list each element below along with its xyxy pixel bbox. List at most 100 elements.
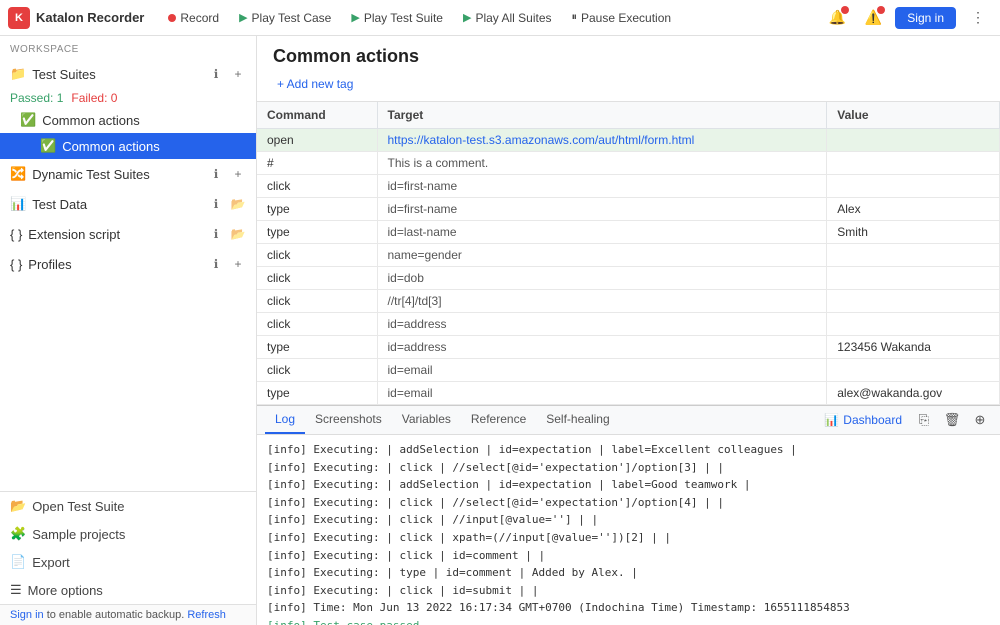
commands-table-area: Command Target Value openhttps://katalon… (257, 102, 1000, 405)
record-button[interactable]: Record (160, 8, 227, 28)
extension-script-folder-button[interactable]: 📂 (228, 224, 248, 244)
refresh-link[interactable]: Refresh (187, 609, 226, 621)
topbar: K Katalon Recorder Record ▶ Play Test Ca… (0, 0, 1000, 36)
play-test-suite-button[interactable]: ▶ Play Test Suite (343, 8, 451, 28)
cell-command: type (257, 382, 377, 405)
table-row[interactable]: clickid=email (257, 359, 1000, 382)
cell-command: type (257, 221, 377, 244)
cell-value (827, 129, 1000, 152)
export-label: Export (32, 555, 70, 570)
sidebar-sample-projects[interactable]: 🧩 Sample projects (0, 520, 256, 548)
sidebar-open-test-suite[interactable]: 📂 Open Test Suite (0, 492, 256, 520)
tab-reference[interactable]: Reference (461, 406, 536, 434)
table-row[interactable]: typeid=first-nameAlex (257, 198, 1000, 221)
log-line: [info] Executing: | click | //select[@id… (267, 459, 990, 477)
table-row[interactable]: typeid=last-nameSmith (257, 221, 1000, 244)
profiles-info-button[interactable]: ℹ (206, 254, 226, 274)
cell-value (827, 244, 1000, 267)
log-section: Log Screenshots Variables Reference Self… (257, 405, 1000, 625)
cell-target: id=email (377, 382, 827, 405)
table-row[interactable]: click//tr[4]/td[3] (257, 290, 1000, 313)
dynamic-ts-add-button[interactable]: + (228, 164, 248, 184)
sidebar-more-options[interactable]: ☰ More options (0, 576, 256, 604)
table-row[interactable]: clickid=dob (257, 267, 1000, 290)
topbar-right: 🔔 ⚠️ Sign in ⋮ (823, 4, 992, 32)
sidebar-item-common-actions-child[interactable]: ✅ Common actions (0, 133, 256, 159)
status-bar: Sign in to enable automatic backup. Refr… (0, 604, 256, 625)
notifications-button[interactable]: 🔔 (823, 4, 851, 32)
table-row[interactable]: openhttps://katalon-test.s3.amazonaws.co… (257, 129, 1000, 152)
sidebar-item-extension-script[interactable]: { } Extension script ℹ 📂 (0, 219, 256, 249)
common-actions-parent-icon: ✅ (20, 112, 36, 128)
profiles-add-button[interactable]: + (228, 254, 248, 274)
cell-target: id=last-name (377, 221, 827, 244)
cell-command: open (257, 129, 377, 152)
more-menu-button[interactable]: ⋮ (964, 4, 992, 32)
sidebar-export[interactable]: 📄 Export (0, 548, 256, 576)
sidebar-item-profiles[interactable]: { } Profiles ℹ + (0, 249, 256, 279)
sidebar-item-common-actions-parent[interactable]: ✅ Common actions (0, 107, 256, 133)
clear-log-button[interactable]: 🗑 (940, 408, 964, 432)
test-data-icon: 📊 (10, 196, 26, 212)
extension-script-info-button[interactable]: ℹ (206, 224, 226, 244)
export-icon: 📄 (10, 554, 26, 570)
signin-button[interactable]: Sign in (895, 7, 956, 29)
tab-self-healing[interactable]: Self-healing (536, 406, 619, 434)
test-suites-info-button[interactable]: ℹ (206, 64, 226, 84)
cell-command: click (257, 290, 377, 313)
play-test-case-button[interactable]: ▶ Play Test Case (231, 8, 339, 28)
expand-log-button[interactable]: ⊕ (968, 408, 992, 432)
table-row[interactable]: clickname=gender (257, 244, 1000, 267)
logo-icon: K (8, 7, 30, 29)
test-data-folder-button[interactable]: 📂 (228, 194, 248, 214)
add-tag-button[interactable]: + Add new tag (273, 75, 357, 93)
cell-command: click (257, 313, 377, 336)
log-line: [info] Executing: | click | //input[@val… (267, 511, 990, 529)
table-row[interactable]: clickid=first-name (257, 175, 1000, 198)
table-row[interactable]: clickid=address (257, 313, 1000, 336)
record-icon (168, 14, 176, 22)
log-line: [info] Executing: | type | id=comment | … (267, 564, 990, 582)
log-line: [info] Executing: | click | id=comment |… (267, 547, 990, 565)
signin-link[interactable]: Sign in (10, 609, 44, 621)
tab-log[interactable]: Log (265, 406, 305, 434)
table-header-row: Command Target Value (257, 102, 1000, 129)
failed-count: Failed: 0 (71, 91, 117, 105)
log-tabs-bar: Log Screenshots Variables Reference Self… (257, 406, 1000, 435)
col-command: Command (257, 102, 377, 129)
test-data-info-button[interactable]: ℹ (206, 194, 226, 214)
test-data-actions: ℹ 📂 (206, 194, 248, 214)
play-all-suites-button[interactable]: ▶ Play All Suites (455, 8, 560, 28)
cell-value (827, 175, 1000, 198)
table-row[interactable]: typeid=address123456 Wakanda (257, 336, 1000, 359)
cell-value: alex@wakanda.gov (827, 382, 1000, 405)
extension-script-actions: ℹ 📂 (206, 224, 248, 244)
play-tc-icon: ▶ (239, 11, 247, 24)
table-row[interactable]: typeid=emailalex@wakanda.gov (257, 382, 1000, 405)
sidebar-item-dynamic-test-suites[interactable]: 🔀 Dynamic Test Suites ℹ + (0, 159, 256, 189)
test-suites-add-button[interactable]: + (228, 64, 248, 84)
dynamic-ts-actions: ℹ + (206, 164, 248, 184)
dynamic-ts-info-button[interactable]: ℹ (206, 164, 226, 184)
profiles-label: Profiles (28, 257, 206, 272)
log-content: [info] Executing: | addSelection | id=ex… (257, 435, 1000, 625)
copy-log-button[interactable]: ⎘ (912, 408, 936, 432)
log-line: [info] Executing: | click | //select[@id… (267, 494, 990, 512)
sidebar-bottom: 📂 Open Test Suite 🧩 Sample projects 📄 Ex… (0, 491, 256, 604)
pause-execution-button[interactable]: ⏸ Pause Execution (564, 8, 680, 28)
sidebar-item-test-suites[interactable]: 📁 Test Suites ℹ + (0, 59, 256, 89)
cell-value (827, 267, 1000, 290)
cell-value: Smith (827, 221, 1000, 244)
dashboard-button[interactable]: 📊 Dashboard (818, 410, 908, 430)
cell-target: id=dob (377, 267, 827, 290)
table-body: openhttps://katalon-test.s3.amazonaws.co… (257, 129, 1000, 406)
table-row[interactable]: #This is a comment. (257, 152, 1000, 175)
tab-screenshots[interactable]: Screenshots (305, 406, 392, 434)
tab-variables[interactable]: Variables (392, 406, 461, 434)
cell-target: //tr[4]/td[3] (377, 290, 827, 313)
passed-count: Passed: 1 (10, 91, 63, 105)
sidebar-item-test-data[interactable]: 📊 Test Data ℹ 📂 (0, 189, 256, 219)
alerts-button[interactable]: ⚠️ (859, 4, 887, 32)
sample-projects-icon: 🧩 (10, 526, 26, 542)
cell-command: click (257, 359, 377, 382)
